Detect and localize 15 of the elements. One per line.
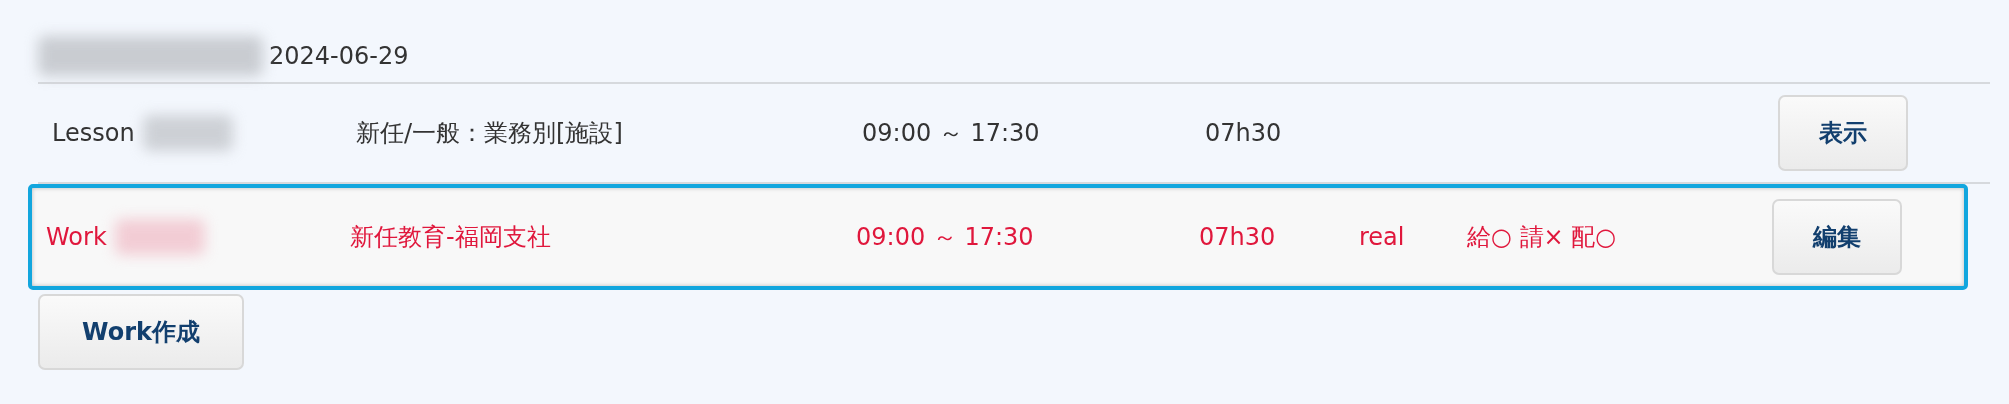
entry-type: Lesson xyxy=(52,119,135,147)
row-action-button[interactable]: 表示 xyxy=(1778,95,1908,171)
entry-title: 新任/一般：業務別[施設] xyxy=(356,118,624,149)
time-range: 09:00 ～ 17:30 xyxy=(862,118,1041,149)
duration: 07h30 xyxy=(1199,223,1277,251)
duration: 07h30 xyxy=(1205,119,1283,147)
create-work-button[interactable]: Work作成 xyxy=(38,294,244,370)
status-flags: 給○ 請× 配○ xyxy=(1467,223,1617,251)
entry-title: 新任教育-福岡支社 xyxy=(350,222,552,253)
time-range: 09:00 ～ 17:30 xyxy=(856,222,1035,253)
date-heading: 2024-06-29 xyxy=(269,42,409,70)
entry-type: Work xyxy=(46,223,107,251)
row-action-button[interactable]: 編集 xyxy=(1772,199,1902,275)
schedule-row[interactable]: Work 新任教育-福岡支社 09:00 ～ 17:30 07h30 real 給○ 請× 配○ 編集 xyxy=(28,184,1968,290)
mode-label: real xyxy=(1359,223,1405,251)
